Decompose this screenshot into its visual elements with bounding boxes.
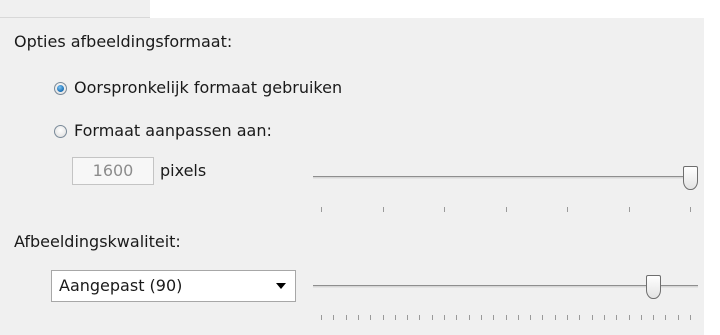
- quality-slider-tick: [345, 315, 347, 320]
- quality-slider-tick: [616, 315, 618, 320]
- image-size-slider-ticks: [0, 207, 720, 212]
- image-size-slider-tick: [690, 207, 691, 212]
- quality-slider-tick: [542, 315, 544, 320]
- image-size-slider-tick: [321, 207, 322, 212]
- quality-slider-tick: [357, 315, 359, 320]
- radio-icon: [54, 124, 67, 138]
- image-size-slider-tick: [628, 207, 630, 212]
- image-size-slider-track[interactable]: [313, 176, 698, 179]
- quality-slider-tick: [382, 315, 384, 320]
- quality-slider-tick: [677, 315, 679, 320]
- quality-section-label: Afbeeldingskwaliteit:: [14, 232, 181, 251]
- quality-slider-tick: [653, 315, 655, 320]
- quality-slider-tick: [468, 315, 470, 320]
- quality-slider-tick: [505, 315, 507, 320]
- quality-slider-tick: [480, 315, 482, 320]
- quality-slider-tick: [370, 315, 372, 320]
- radio-original-size-label: Oorspronkelijk formaat gebruiken: [74, 78, 343, 97]
- quality-slider-tick: [665, 315, 667, 320]
- quality-slider-tick: [419, 315, 421, 320]
- quality-slider-tick: [567, 315, 568, 320]
- radio-resize-to-label: Formaat aanpassen aan:: [74, 121, 272, 140]
- quality-slider-tick: [321, 315, 322, 320]
- quality-slider-ticks: [0, 315, 720, 320]
- image-size-section-label: Opties afbeeldingsformaat:: [14, 32, 233, 51]
- radio-original-size[interactable]: Oorspronkelijk formaat gebruiken: [54, 76, 342, 100]
- quality-slider-tick: [431, 315, 433, 320]
- quality-slider-tick: [628, 315, 630, 320]
- pixels-input[interactable]: 1600: [72, 157, 154, 185]
- quality-slider-tick: [394, 315, 396, 320]
- quality-slider-tick: [591, 315, 593, 320]
- quality-slider-tick: [554, 315, 556, 320]
- quality-slider-tick: [407, 315, 409, 320]
- quality-slider-tick: [517, 315, 519, 320]
- quality-slider-tick: [690, 315, 691, 320]
- quality-dropdown[interactable]: Aangepast (90): [51, 270, 296, 302]
- quality-slider-track[interactable]: [313, 285, 698, 288]
- quality-slider-tick: [456, 315, 458, 320]
- quality-slider-thumb[interactable]: [646, 275, 661, 299]
- quality-slider-tick: [603, 315, 605, 320]
- image-size-slider-thumb[interactable]: [683, 166, 698, 190]
- image-size-slider-tick: [444, 207, 445, 212]
- quality-slider-tick: [493, 315, 495, 320]
- quality-dropdown-value: Aangepast (90): [59, 276, 183, 295]
- pixels-unit-label: pixels: [160, 161, 207, 180]
- radio-icon: [54, 81, 67, 95]
- quality-slider-tick: [640, 315, 642, 320]
- chevron-down-icon: [276, 283, 286, 289]
- quality-slider-tick: [530, 315, 532, 320]
- quality-slider-tick: [444, 315, 445, 320]
- image-size-slider-tick: [382, 207, 384, 212]
- image-size-slider-tick: [567, 207, 568, 212]
- image-size-slider-tick: [505, 207, 507, 212]
- quality-slider-tick: [579, 315, 581, 320]
- dialog-tab-strip: [0, 0, 150, 18]
- radio-resize-to[interactable]: Formaat aanpassen aan:: [54, 119, 272, 143]
- quality-slider-tick: [333, 315, 335, 320]
